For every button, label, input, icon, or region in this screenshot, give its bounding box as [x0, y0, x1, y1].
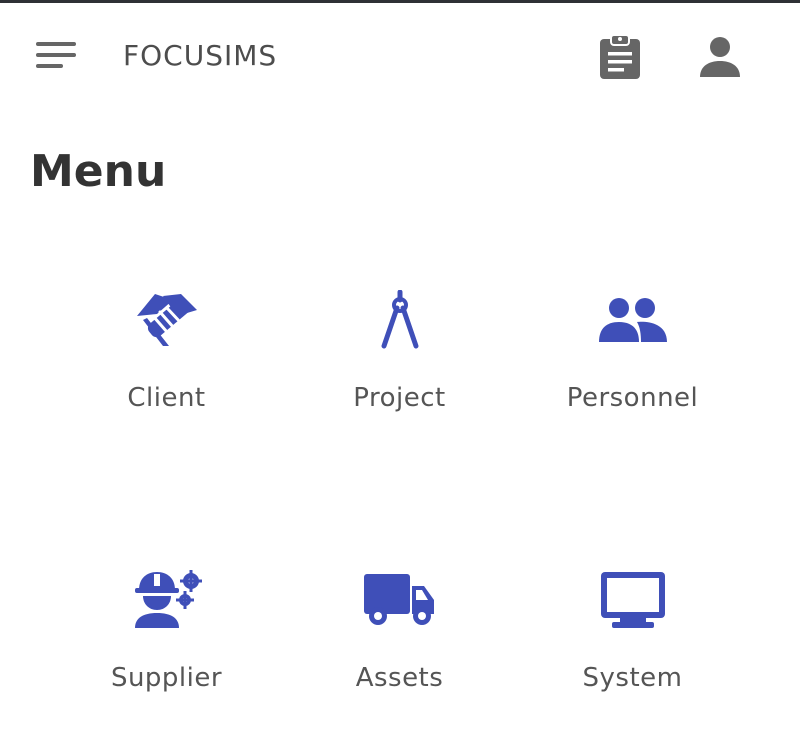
- menu-tile-supplier[interactable]: Supplier: [50, 530, 283, 730]
- people-group-icon: [598, 298, 667, 342]
- menu-tile-label: System: [582, 663, 683, 693]
- menu-tile-client[interactable]: Client: [50, 250, 283, 450]
- monitor-icon: [600, 572, 665, 628]
- clipboard-list-icon: [600, 34, 640, 79]
- worker-gears-icon: [134, 570, 202, 628]
- app-bar: FOCUSIMS: [0, 3, 800, 107]
- app-title: FOCUSIMS: [123, 39, 278, 72]
- menu-tile-label: Project: [353, 383, 446, 413]
- menu-tile-label: Client: [127, 383, 206, 413]
- menu-tile-personnel[interactable]: Personnel: [516, 250, 749, 450]
- menu-tile-assets[interactable]: Assets: [283, 530, 516, 730]
- page-title: Menu: [30, 146, 167, 197]
- clipboard-button[interactable]: [592, 31, 648, 83]
- hamburger-menu-icon: [36, 42, 76, 68]
- menu-tile-project[interactable]: Project: [283, 250, 516, 450]
- menu-grid: Client Project Personnel Supplier Assets…: [50, 250, 750, 730]
- drafting-compass-icon: [381, 290, 418, 349]
- menu-tile-label: Personnel: [566, 383, 699, 413]
- user-account-button[interactable]: [692, 31, 748, 83]
- menu-tile-system[interactable]: System: [516, 530, 749, 730]
- hamburger-menu-button[interactable]: [30, 33, 82, 77]
- truck-icon: [363, 574, 434, 625]
- menu-tile-label: Supplier: [110, 663, 223, 693]
- user-account-icon: [700, 37, 740, 77]
- handshake-icon: [136, 294, 197, 346]
- menu-tile-label: Assets: [355, 663, 444, 693]
